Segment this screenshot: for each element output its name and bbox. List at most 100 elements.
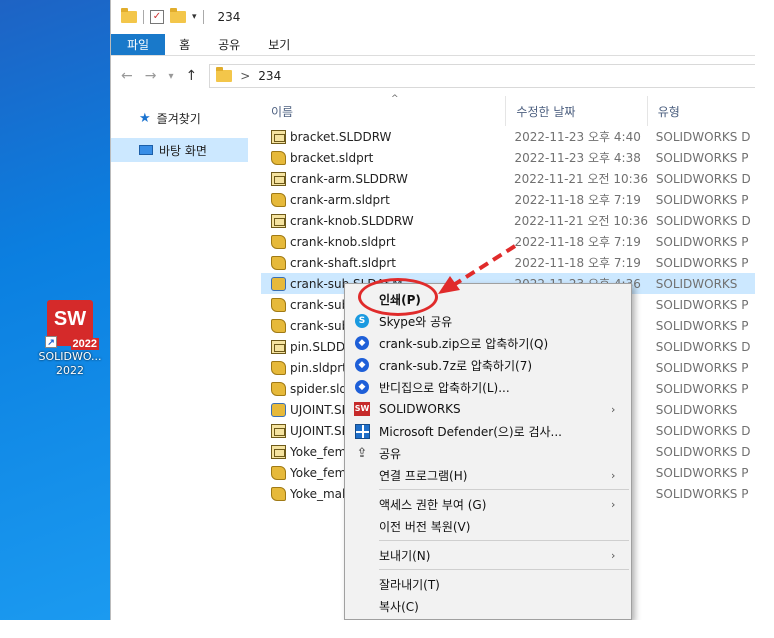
file-type: SOLIDWORKS P: [655, 234, 749, 249]
drawing-icon: [271, 129, 286, 144]
menu-item[interactable]: Microsoft Defender(으)로 검사...: [345, 420, 631, 442]
file-type: SOLIDWORKS P: [655, 465, 749, 480]
column-header-name[interactable]: 이름: [261, 96, 507, 126]
file-type: SOLIDWORKS P: [655, 150, 749, 165]
shortcut-arrow-icon: ↗: [45, 336, 57, 348]
submenu-chevron-icon: ›: [611, 497, 616, 511]
file-row[interactable]: bracket.SLDDRW 2022-11-23 오후 4:40 SOLIDWOR…: [261, 126, 755, 147]
menu-item-label: Microsoft Defender(으)로 검사...: [379, 424, 562, 439]
part-icon: [271, 255, 286, 270]
submenu-chevron-icon: ›: [611, 402, 616, 416]
file-date: 2022-11-18 오후 7:19: [514, 193, 641, 207]
menu-item[interactable]: 복사(C): [345, 595, 631, 617]
window-title: 234: [217, 10, 241, 24]
file-name: crank-arm.SLDDRW: [290, 171, 408, 186]
file-name: bracket.sldprt: [290, 150, 374, 165]
file-date: 2022-11-23 오후 4:38: [514, 151, 641, 165]
file-type: SOLIDWORKS: [655, 402, 738, 417]
address-path-box[interactable]: > 234: [209, 64, 755, 88]
drawing-icon: [271, 171, 286, 186]
file-name-cell: bracket.sldprt: [261, 150, 506, 165]
menu-item[interactable]: 잘라내기(T): [345, 573, 631, 595]
file-type: SOLIDWORKS P: [655, 255, 749, 270]
file-name: crank-knob.sldprt: [290, 234, 396, 249]
customize-toolbar-chevron-icon[interactable]: ▾: [192, 12, 197, 22]
red-pointer-arrow-annotation: [438, 244, 517, 294]
file-type: SOLIDWORKS D: [655, 213, 751, 228]
part-icon: [271, 381, 286, 396]
file-row[interactable]: crank-arm.sldprt 2022-11-18 오후 7:19 SOLIDW…: [261, 189, 755, 210]
highlight-ellipse-annotation: [358, 278, 438, 316]
column-header-date[interactable]: 수정한 날짜: [506, 96, 648, 126]
forward-arrow-icon[interactable]: →: [145, 68, 157, 84]
menu-item[interactable]: ◆ 반디집으로 압축하기(L)...: [345, 376, 631, 398]
skype-icon: S: [345, 314, 379, 328]
menu-item[interactable]: ◆ crank-sub.zip으로 압축하기(Q): [345, 332, 631, 354]
sort-ascending-icon: ^: [391, 94, 399, 104]
file-name: crank-arm.sldprt: [290, 192, 390, 207]
file-row[interactable]: bracket.sldprt 2022-11-23 오후 4:38 SOLIDWOR…: [261, 147, 755, 168]
part-icon: [271, 234, 286, 249]
part-icon: [271, 150, 286, 165]
drawing-icon: [271, 423, 286, 438]
recent-chevron-icon[interactable]: ▾: [168, 71, 173, 82]
file-type: SOLIDWORKS D: [655, 444, 751, 459]
file-name: crank-knob.SLDDRW: [290, 213, 414, 228]
file-name: pin.sldprt: [290, 360, 347, 375]
menu-item[interactable]: 이전 버전 복원(V): [345, 515, 631, 537]
desktop-icon-label-1: SOLIDWO...: [38, 350, 102, 363]
menu-item[interactable]: ◆ crank-sub.7z로 압축하기(7): [345, 354, 631, 376]
file-type: SOLIDWORKS P: [655, 192, 749, 207]
drawing-icon: [271, 339, 286, 354]
part-icon: [271, 360, 286, 375]
file-name: bracket.SLDDRW: [290, 129, 392, 144]
menu-item[interactable]: SW SOLIDWORKS ›: [345, 398, 631, 420]
desktop-icon: [139, 145, 153, 155]
tab-home[interactable]: 홈: [165, 34, 204, 55]
menu-item[interactable]: 액세스 권한 부여 (G) ›: [345, 493, 631, 515]
back-arrow-icon[interactable]: ←: [121, 68, 133, 84]
submenu-chevron-icon: ›: [611, 548, 616, 562]
breadcrumb-separator: >: [240, 69, 251, 83]
defender-icon: [345, 423, 379, 439]
solidworks-desktop-shortcut[interactable]: SW 2022 ↗ SOLIDWO... 2022: [30, 300, 110, 378]
up-arrow-icon[interactable]: ↑: [186, 68, 198, 84]
folder-icon: [121, 8, 137, 23]
divider: [202, 10, 204, 24]
solidworks-icon: SW: [345, 402, 379, 416]
nav-item-desktop[interactable]: 바탕 화면: [111, 138, 248, 162]
share-icon: ⇪: [356, 445, 368, 461]
file-type: SOLIDWORKS P: [655, 360, 749, 375]
menu-item-label: 반디집으로 압축하기(L)...: [379, 380, 510, 395]
nav-item-quick-access[interactable]: ★ 즐겨찾기: [111, 106, 248, 130]
tab-file[interactable]: 파일: [111, 34, 166, 55]
bandizip-icon: ◆: [345, 336, 379, 350]
tab-view[interactable]: 보기: [254, 34, 304, 55]
menu-item-label: crank-sub.zip으로 압축하기(Q): [379, 336, 549, 351]
file-type: SOLIDWORKS D: [655, 423, 751, 438]
menu-item-label: 연결 프로그램(H): [379, 468, 468, 483]
file-name-cell: crank-arm.sldprt: [261, 192, 506, 207]
file-name-cell: crank-knob.SLDDRW: [261, 213, 506, 228]
menu-item[interactable]: 연결 프로그램(H) ›: [345, 464, 631, 486]
navigation-pane: ★ 즐겨찾기 바탕 화면: [111, 96, 248, 620]
context-menu: 인쇄(P) S Skype와 공유 ◆ crank-sub.zip으로 압축하기(Q) ◆…: [344, 283, 632, 620]
menu-item[interactable]: ⇪ 공유: [345, 442, 631, 464]
part-icon: [271, 465, 286, 480]
file-date: 2022-11-21 오전 10:36: [513, 172, 648, 186]
tab-share[interactable]: 공유: [204, 34, 254, 55]
submenu-chevron-icon: ›: [611, 468, 616, 482]
torn-edge: [755, 0, 774, 638]
drawing-icon: [271, 444, 286, 459]
file-row[interactable]: crank-knob.SLDDRW 2022-11-21 오전 10:36 SOLI…: [261, 210, 755, 231]
bandizip-icon: ◆: [345, 358, 379, 372]
star-icon: ★: [139, 110, 151, 126]
properties-icon[interactable]: ✓: [150, 10, 164, 24]
breadcrumb-folder[interactable]: 234: [258, 69, 281, 83]
menu-item[interactable]: 보내기(N) ›: [345, 544, 631, 566]
column-header-type[interactable]: 유형: [648, 96, 755, 126]
menu-item-label: Skype와 공유: [379, 314, 453, 329]
new-folder-icon[interactable]: [170, 8, 186, 23]
menu-item-label: 복사(C): [379, 599, 419, 614]
file-row[interactable]: crank-arm.SLDDRW 2022-11-21 오전 10:36 SOLID…: [261, 168, 755, 189]
